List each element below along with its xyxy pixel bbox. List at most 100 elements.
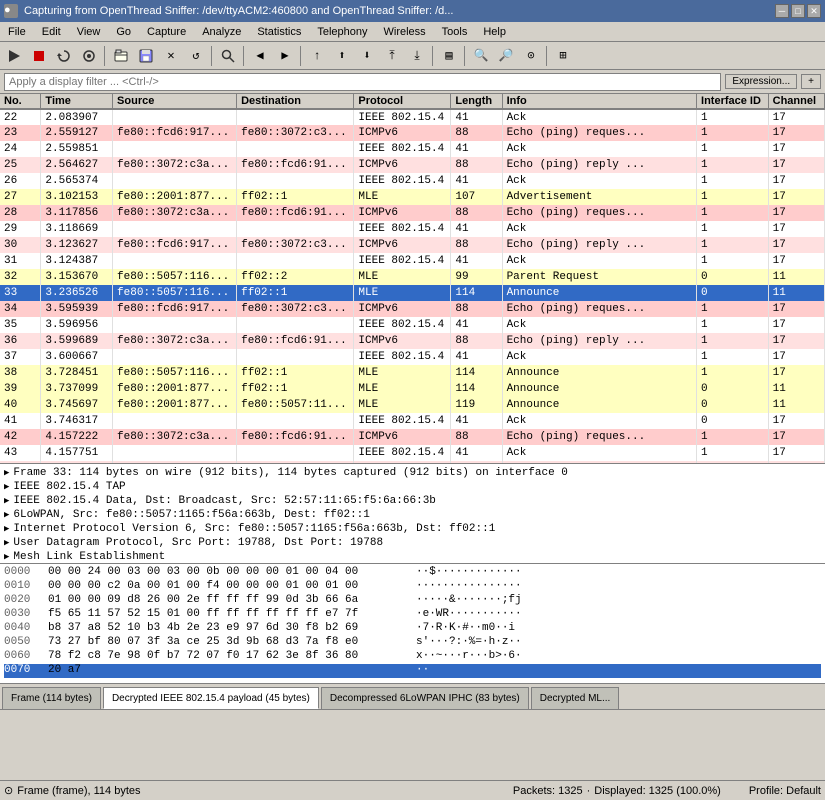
menu-view[interactable]: View [69,24,109,40]
col-length[interactable]: Length [451,94,502,109]
table-cell: 114 [451,285,502,301]
menu-statistics[interactable]: Statistics [249,24,309,40]
table-row[interactable]: 303.123627fe80::fcd6:917...fe80::3072:c3… [0,237,825,253]
zoom-out-button[interactable]: 🔎 [494,45,518,67]
goto-packet-button[interactable]: ↑ [305,45,329,67]
table-cell [113,221,237,237]
options-button[interactable] [77,45,101,67]
table-row[interactable]: 363.599689fe80::3072:c3a...fe80::fcd6:91… [0,333,825,349]
back-button[interactable]: ◀ [248,45,272,67]
detail-item[interactable]: ▶User Datagram Protocol, Src Port: 19788… [4,536,821,550]
col-channel[interactable]: Channel [768,94,824,109]
bottom-tab[interactable]: Decrypted IEEE 802.15.4 payload (45 byte… [103,687,319,709]
table-row[interactable]: 232.559127fe80::fcd6:917...fe80::3072:c3… [0,125,825,141]
table-row[interactable]: 343.595939fe80::fcd6:917...fe80::3072:c3… [0,301,825,317]
table-cell [113,141,237,157]
bottom-tab[interactable]: Decompressed 6LoWPAN IPHC (83 bytes) [321,687,529,709]
stop-capture-button[interactable] [27,45,51,67]
display-filter-input[interactable] [4,73,721,91]
col-destination[interactable]: Destination [237,94,354,109]
detail-item[interactable]: ▶6LoWPAN, Src: fe80::5057:1165:f56a:663b… [4,508,821,522]
hex-row[interactable]: 001000 00 00 c2 0a 00 01 00 f4 00 00 00 … [4,580,821,594]
table-row[interactable]: 373.600667IEEE 802.15.441Ack117 [0,349,825,365]
table-cell: fe80::3072:c3a... [113,205,237,221]
hex-row[interactable]: 0030f5 65 11 57 52 15 01 00 ff ff ff ff … [4,608,821,622]
table-row[interactable]: 283.117856fe80::3072:c3a...fe80::fcd6:91… [0,205,825,221]
table-row[interactable]: 262.565374IEEE 802.15.441Ack117 [0,173,825,189]
menu-go[interactable]: Go [108,24,139,40]
forward-button[interactable]: ▶ [273,45,297,67]
detail-item[interactable]: ▶IEEE 802.15.4 TAP [4,480,821,494]
resize-columns-button[interactable]: ⊞ [551,45,575,67]
table-row[interactable]: 393.737099fe80::2001:877...ff02::1MLE114… [0,381,825,397]
first-packet-button[interactable]: ⤒ [380,45,404,67]
menu-wireless[interactable]: Wireless [376,24,434,40]
table-row[interactable]: 252.564627fe80::3072:c3a...fe80::fcd6:91… [0,157,825,173]
menu-edit[interactable]: Edit [34,24,69,40]
minimize-button[interactable]: ─ [775,4,789,18]
col-info[interactable]: Info [502,94,696,109]
table-row[interactable]: 333.236526fe80::5057:116...ff02::1MLE114… [0,285,825,301]
hex-row[interactable]: 0040b8 37 a8 52 10 b3 4b 2e 23 e9 97 6d … [4,622,821,636]
table-cell: 38 [0,365,41,381]
close-button[interactable]: ✕ [807,4,821,18]
reload-button[interactable]: ↺ [184,45,208,67]
col-no[interactable]: No. [0,94,41,109]
table-row[interactable]: 313.124387IEEE 802.15.441Ack117 [0,253,825,269]
menu-tools[interactable]: Tools [434,24,476,40]
maximize-button[interactable]: □ [791,4,805,18]
last-packet-button[interactable]: ⤓ [405,45,429,67]
menu-help[interactable]: Help [475,24,514,40]
zoom-reset-button[interactable]: ⊙ [519,45,543,67]
col-source[interactable]: Source [113,94,237,109]
table-row[interactable]: 273.102153fe80::2001:877...ff02::1MLE107… [0,189,825,205]
detail-item[interactable]: ▶Frame 33: 114 bytes on wire (912 bits),… [4,466,821,480]
table-row[interactable]: 383.728451fe80::5057:116...ff02::1MLE114… [0,365,825,381]
prev-packet-button[interactable]: ⬆ [330,45,354,67]
menu-analyze[interactable]: Analyze [194,24,249,40]
open-button[interactable] [109,45,133,67]
hex-row[interactable]: 005073 27 bf 80 07 3f 3a ce 25 3d 9b 68 … [4,636,821,650]
hex-row[interactable]: 006078 f2 c8 7e 98 0f b7 72 07 f0 17 62 … [4,650,821,664]
col-time[interactable]: Time [41,94,113,109]
col-interface-id[interactable]: Interface ID [697,94,769,109]
add-filter-button[interactable]: + [801,74,821,89]
find-packet-button[interactable] [216,45,240,67]
menu-telephony[interactable]: Telephony [309,24,375,40]
zoom-in-button[interactable]: 🔍 [469,45,493,67]
table-row[interactable]: 424.157222fe80::3072:c3a...fe80::fcd6:91… [0,429,825,445]
next-packet-button[interactable]: ⬇ [355,45,379,67]
table-row[interactable]: 323.153670fe80::5057:116...ff02::2MLE99P… [0,269,825,285]
menu-capture[interactable]: Capture [139,24,194,40]
table-cell: Ack [502,141,696,157]
hex-row[interactable]: 002001 00 00 09 d8 26 00 2e ff ff ff 99 … [4,594,821,608]
restart-capture-button[interactable] [52,45,76,67]
bottom-tab[interactable]: Decrypted ML... [531,687,620,709]
table-row[interactable]: 293.118669IEEE 802.15.441Ack117 [0,221,825,237]
detail-item[interactable]: ▶Mesh Link Establishment [4,550,821,564]
hex-offset: 0030 [4,608,40,622]
hex-row[interactable]: 000000 00 24 00 03 00 03 00 0b 00 00 00 … [4,566,821,580]
detail-item[interactable]: ▶IEEE 802.15.4 Data, Dst: Broadcast, Src… [4,494,821,508]
bottom-tab[interactable]: Frame (114 bytes) [2,687,101,709]
start-capture-button[interactable] [2,45,26,67]
expand-icon: ▶ [4,496,9,506]
save-button[interactable] [134,45,158,67]
colorize-button[interactable]: ▤ [437,45,461,67]
table-row[interactable]: 434.157751IEEE 802.15.441Ack117 [0,445,825,461]
table-row[interactable]: 403.745697fe80::2001:877...fe80::5057:11… [0,397,825,413]
table-cell: ff02::1 [237,189,354,205]
table-cell: fe80::5057:11... [237,397,354,413]
detail-item[interactable]: ▶Internet Protocol Version 6, Src: fe80:… [4,522,821,536]
table-row[interactable]: 242.559851IEEE 802.15.441Ack117 [0,141,825,157]
table-row[interactable]: 353.596956IEEE 802.15.441Ack117 [0,317,825,333]
hex-bytes: 78 f2 c8 7e 98 0f b7 72 07 f0 17 62 3e 8… [48,650,408,664]
expression-button[interactable]: Expression... [725,74,797,89]
menu-file[interactable]: File [0,24,34,40]
table-row[interactable]: 222.083907IEEE 802.15.441Ack117 [0,109,825,125]
table-row[interactable]: 413.746317IEEE 802.15.441Ack017 [0,413,825,429]
hex-ascii: x··~···r···b>·6· [416,650,522,664]
hex-row[interactable]: 007020 a7·· [4,664,821,678]
col-protocol[interactable]: Protocol [354,94,451,109]
close-file-button[interactable]: ✕ [159,45,183,67]
